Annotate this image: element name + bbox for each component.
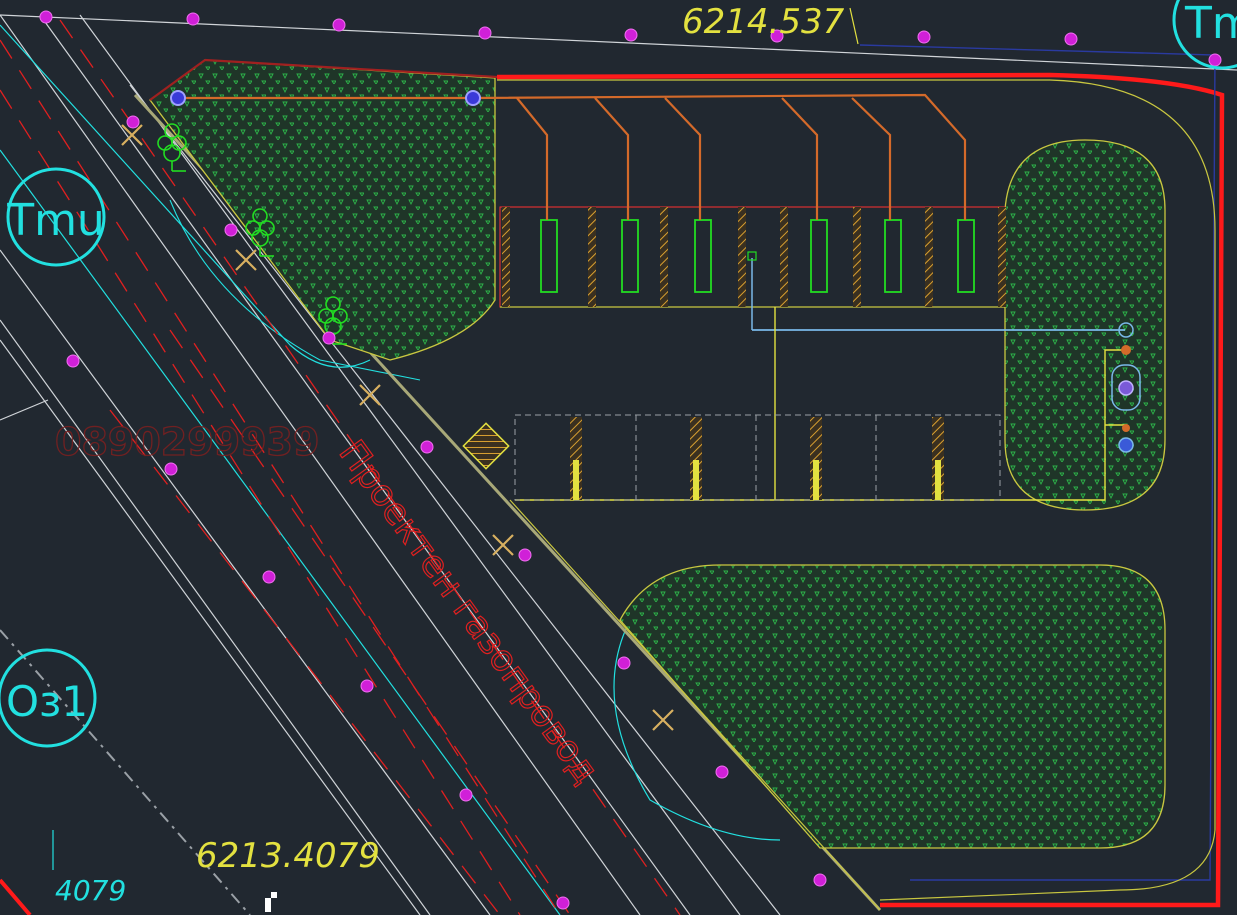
coord-bottom-left-label: 4079 — [55, 874, 126, 907]
cad-site-plan: Tmu Tm Oз1 6214.537 6213.4079 4079 08902… — [0, 0, 1237, 915]
utility-node — [170, 90, 186, 106]
coord-top-label: 6214.537 — [682, 2, 845, 42]
zone-tmu-left: Tmu — [6, 195, 105, 246]
zone-tmu-top-right: Tm — [1184, 0, 1237, 49]
zone-oz1: Oз1 — [6, 677, 88, 726]
watermark-text: 0890299939 — [55, 420, 319, 464]
lawn-area-right — [1004, 139, 1166, 511]
coord-bottom-label: 6213.4079 — [196, 836, 380, 876]
utility-node — [465, 90, 481, 106]
